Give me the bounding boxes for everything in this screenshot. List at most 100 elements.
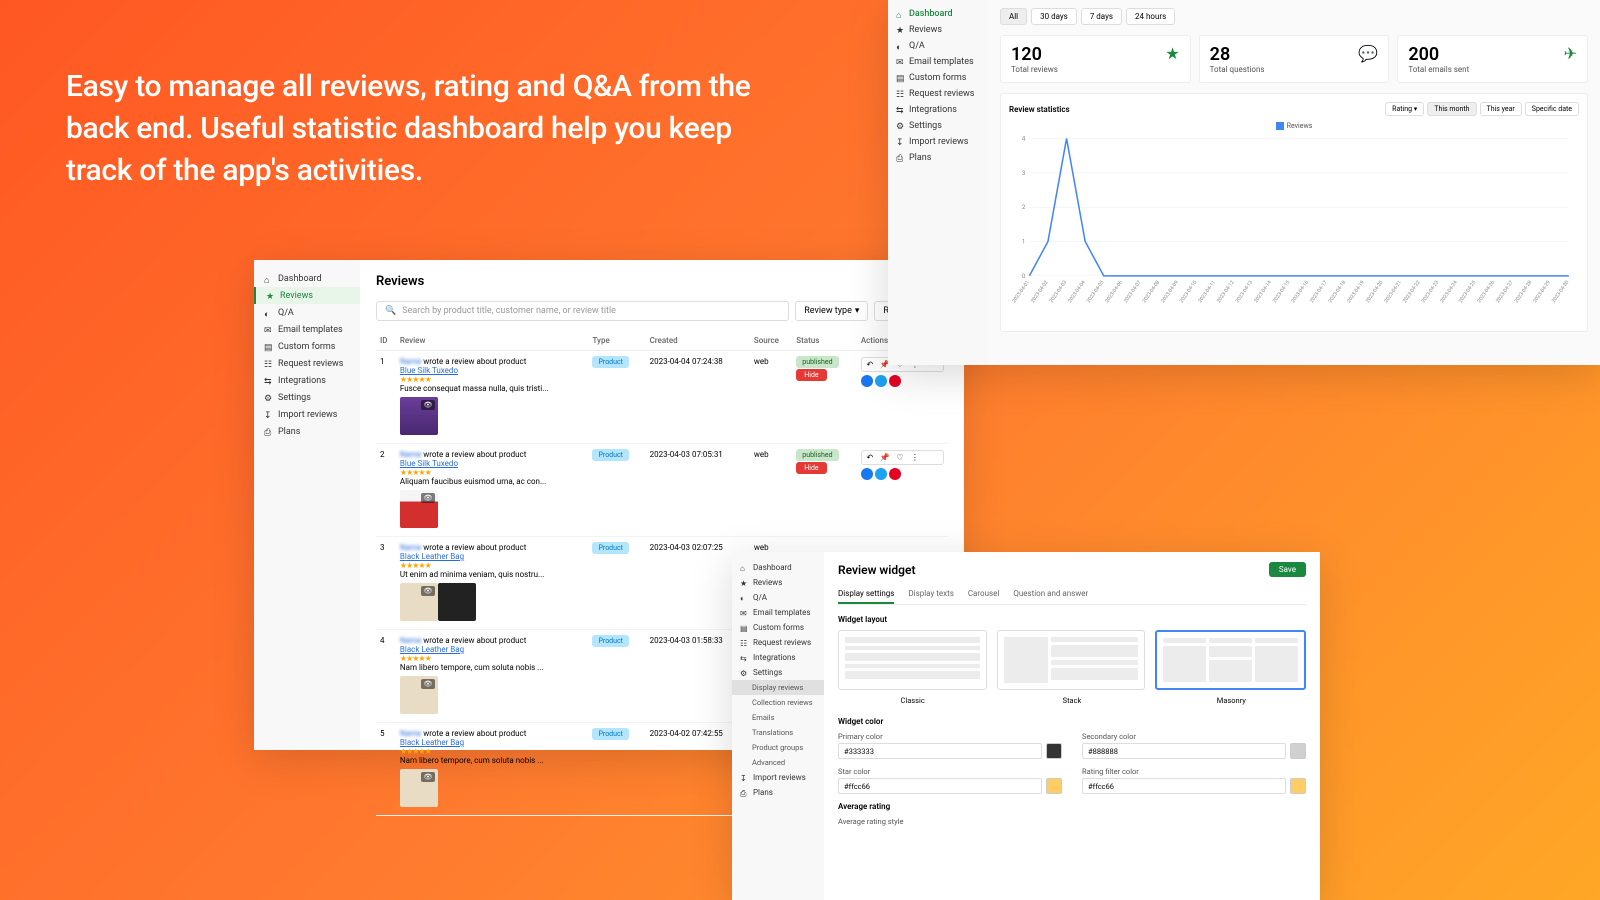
- twitter-icon[interactable]: [875, 375, 887, 387]
- author-link[interactable]: Name: [400, 636, 421, 645]
- author-link[interactable]: Name: [400, 543, 421, 552]
- sidebar-item-email[interactable]: ✉Email templates: [254, 321, 360, 338]
- sub-advanced[interactable]: Advanced: [732, 755, 824, 770]
- svg-text:2023-04-01: 2023-04-01: [1011, 280, 1031, 304]
- reply-icon[interactable]: ↶: [864, 453, 876, 462]
- sidebar-item-dashboard[interactable]: ⌂Dashboard: [888, 6, 988, 22]
- author-link[interactable]: Name: [400, 450, 421, 459]
- author-link[interactable]: Name: [400, 357, 421, 366]
- eye-icon[interactable]: 👁: [421, 493, 435, 503]
- tab-display-texts[interactable]: Display texts: [908, 585, 953, 604]
- sidebar-item-plans[interactable]: ⎙Plans: [888, 150, 988, 166]
- svg-text:2023-04-23: 2023-04-23: [1421, 280, 1441, 305]
- search-icon: 🔍: [385, 306, 396, 316]
- sidebar-item-import[interactable]: ↧Import reviews: [732, 770, 824, 785]
- chart-legend: Reviews: [1009, 122, 1579, 130]
- avg-label: Average rating: [838, 802, 1306, 811]
- sub-display-reviews[interactable]: Display reviews: [732, 680, 824, 695]
- tab-7[interactable]: 7 days: [1081, 8, 1122, 25]
- reply-icon[interactable]: ↶: [864, 360, 876, 369]
- sidebar-item-plans[interactable]: ⎙Plans: [254, 423, 360, 440]
- sub-collection[interactable]: Collection reviews: [732, 695, 824, 710]
- facebook-icon[interactable]: [861, 468, 873, 480]
- sidebar-item-integrations[interactable]: ⇆Integrations: [732, 650, 824, 665]
- card-questions: 28Total questions💬: [1199, 35, 1390, 83]
- tab-qa[interactable]: Question and answer: [1013, 585, 1088, 604]
- eye-icon[interactable]: 👁: [421, 400, 435, 410]
- eye-icon[interactable]: 👁: [421, 586, 435, 596]
- layout-stack[interactable]: [997, 630, 1146, 690]
- stars-icon: ★★★★★: [400, 654, 431, 663]
- sub-groups[interactable]: Product groups: [732, 740, 824, 755]
- more-icon[interactable]: ⋮: [909, 453, 921, 462]
- author-link[interactable]: Name: [400, 729, 421, 738]
- heart-icon[interactable]: ♡: [894, 453, 906, 462]
- search-input[interactable]: 🔍Search by product title, customer name,…: [376, 301, 789, 321]
- hide-button[interactable]: Hide: [796, 462, 826, 474]
- sidebar-item-forms[interactable]: ▤Custom forms: [254, 338, 360, 355]
- primary-color-input[interactable]: [838, 743, 1042, 759]
- facebook-icon[interactable]: [861, 375, 873, 387]
- sidebar-item-import[interactable]: ↧Import reviews: [254, 406, 360, 423]
- sidebar-item-reviews[interactable]: ★Reviews: [254, 287, 360, 304]
- tab-month[interactable]: This month: [1427, 102, 1476, 116]
- sub-translations[interactable]: Translations: [732, 725, 824, 740]
- sidebar-item-qa[interactable]: ◐Q/A: [888, 38, 988, 54]
- chart-filter[interactable]: Rating ▾: [1385, 102, 1424, 116]
- sidebar-item-email[interactable]: ✉Email templates: [888, 54, 988, 70]
- layout-classic[interactable]: [838, 630, 987, 690]
- sidebar-item-request[interactable]: ☷Request reviews: [732, 635, 824, 650]
- filter-type[interactable]: Review type ▾: [795, 301, 868, 321]
- tab-display-settings[interactable]: Display settings: [838, 585, 894, 604]
- tab-24[interactable]: 24 hours: [1126, 8, 1175, 25]
- sidebar-item-reviews[interactable]: ★Reviews: [888, 22, 988, 38]
- sidebar-item-qa[interactable]: ◐Q/A: [254, 304, 360, 321]
- sub-emails[interactable]: Emails: [732, 710, 824, 725]
- pin-icon[interactable]: 📌: [879, 453, 891, 462]
- color-swatch[interactable]: [1290, 778, 1306, 794]
- sidebar-item-settings[interactable]: ⚙Settings: [732, 665, 824, 680]
- sidebar-item-settings[interactable]: ⚙Settings: [888, 118, 988, 134]
- layout-masonry[interactable]: [1155, 630, 1306, 690]
- sidebar-item-settings[interactable]: ⚙Settings: [254, 389, 360, 406]
- product-link[interactable]: Black Leather Bag: [400, 645, 464, 654]
- hide-button[interactable]: Hide: [796, 369, 826, 381]
- save-button[interactable]: Save: [1269, 562, 1306, 577]
- sidebar-item-request[interactable]: ☷Request reviews: [888, 86, 988, 102]
- sidebar-item-email[interactable]: ✉Email templates: [732, 605, 824, 620]
- sidebar-item-dashboard[interactable]: ⌂Dashboard: [732, 560, 824, 575]
- eye-icon[interactable]: 👁: [421, 772, 435, 782]
- sidebar-item-request[interactable]: ☷Request reviews: [254, 355, 360, 372]
- sidebar-item-dashboard[interactable]: ⌂Dashboard: [254, 270, 360, 287]
- tab-date[interactable]: Specific date: [1525, 102, 1579, 116]
- pinterest-icon[interactable]: [889, 375, 901, 387]
- product-link[interactable]: Black Leather Bag: [400, 738, 464, 747]
- filter-color-input[interactable]: [1082, 778, 1286, 794]
- sidebar-item-qa[interactable]: ◐Q/A: [732, 590, 824, 605]
- color-swatch[interactable]: [1046, 743, 1062, 759]
- sidebar-item-reviews[interactable]: ★Reviews: [732, 575, 824, 590]
- tab-carousel[interactable]: Carousel: [968, 585, 999, 604]
- product-link[interactable]: Blue Silk Tuxedo: [400, 459, 458, 468]
- tab-year[interactable]: This year: [1480, 102, 1522, 116]
- sidebar-item-forms[interactable]: ▤Custom forms: [888, 70, 988, 86]
- product-link[interactable]: Blue Silk Tuxedo: [400, 366, 458, 375]
- type-badge: Product: [592, 635, 628, 647]
- sidebar-item-forms[interactable]: ▤Custom forms: [732, 620, 824, 635]
- product-link[interactable]: Black Leather Bag: [400, 552, 464, 561]
- color-swatch[interactable]: [1290, 743, 1306, 759]
- tab-30[interactable]: 30 days: [1031, 8, 1077, 25]
- secondary-color-input[interactable]: [1082, 743, 1286, 759]
- eye-icon[interactable]: 👁: [421, 679, 435, 689]
- tab-all[interactable]: All: [1000, 8, 1027, 25]
- twitter-icon[interactable]: [875, 468, 887, 480]
- thumbnail: 👁: [400, 583, 438, 621]
- sidebar-item-plans[interactable]: ⎙Plans: [732, 785, 824, 800]
- pinterest-icon[interactable]: [889, 468, 901, 480]
- set-sidebar: ⌂Dashboard ★Reviews ◐Q/A ✉Email template…: [732, 552, 824, 900]
- star-color-input[interactable]: [838, 778, 1042, 794]
- sidebar-item-import[interactable]: ↧Import reviews: [888, 134, 988, 150]
- sidebar-item-integrations[interactable]: ⇆Integrations: [254, 372, 360, 389]
- sidebar-item-integrations[interactable]: ⇆Integrations: [888, 102, 988, 118]
- color-swatch[interactable]: [1046, 778, 1062, 794]
